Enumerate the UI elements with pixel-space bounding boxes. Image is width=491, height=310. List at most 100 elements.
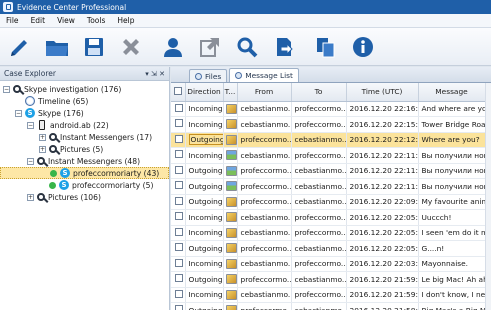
table-row[interactable]: Incoming cebastianmo... profeccormo... 2016… <box>171 287 486 303</box>
expander-icon[interactable]: − <box>3 85 10 93</box>
row-checkbox[interactable] <box>175 165 183 174</box>
row-checkbox[interactable] <box>175 150 183 159</box>
column-header[interactable]: From <box>237 83 292 102</box>
checkbox-cell <box>171 240 186 257</box>
table-row[interactable]: Outgoing profeccormo...cebastianmo...2016… <box>171 240 486 257</box>
to-cell: profeccormo... <box>291 147 347 164</box>
menu-item-edit[interactable]: Edit <box>25 16 52 25</box>
tree-node[interactable]: + Pictures (106) <box>0 191 169 203</box>
copy-icon[interactable] <box>312 33 340 61</box>
expander-icon[interactable]: + <box>39 133 46 141</box>
table-row[interactable]: Outgoing profeccormo...cebastianmo...2016… <box>171 302 486 310</box>
column-header[interactable]: Message <box>418 83 486 102</box>
table-row[interactable]: Outgoing profeccormo...cebastianmo...2016… <box>171 194 486 210</box>
export-icon[interactable] <box>196 33 224 61</box>
direction-text: Incoming <box>188 228 223 238</box>
new-case-icon[interactable] <box>6 33 34 61</box>
expander-icon[interactable]: + <box>27 193 34 201</box>
tree-node[interactable]: − android.ab (22) <box>0 119 169 131</box>
to-cell: profeccormo... <box>291 209 347 226</box>
table-row[interactable]: Outgoing profeccormo...cebastianmo...2016… <box>171 271 486 288</box>
column-header[interactable] <box>171 83 186 102</box>
table-row[interactable]: Incoming cebastianmo... profeccormo... 2016… <box>171 101 486 117</box>
close-icon[interactable] <box>117 33 145 61</box>
tab-message-list[interactable]: Message List <box>229 68 299 82</box>
type-cell <box>223 240 238 257</box>
tree-node[interactable]: Timeline (65) <box>0 95 169 107</box>
pane-controls[interactable]: ▾ ⇲ ✕ <box>145 70 165 78</box>
column-header[interactable]: To <box>291 83 347 102</box>
table-row[interactable]: Outgoing profeccormo...cebastianmo...2016… <box>171 178 486 195</box>
table-row[interactable]: Incoming cebastianmo... profeccormo... 2016… <box>171 116 486 133</box>
tree-node[interactable]: Sprofeccormoriarty (43) <box>0 167 169 179</box>
tree-node[interactable]: − S Skype (176) <box>0 107 169 119</box>
user-icon[interactable] <box>159 33 187 61</box>
menu-item-help[interactable]: Help <box>111 16 140 25</box>
row-checkbox[interactable] <box>175 258 183 267</box>
search-icon <box>13 85 21 93</box>
column-header[interactable]: Time (UTC) <box>346 83 419 102</box>
table-row[interactable]: Outgoing profeccormo...cebastianmo...2016… <box>171 163 486 179</box>
phone-icon <box>39 120 45 130</box>
table-row[interactable]: Incoming cebastianmo... profeccormo... 2016… <box>171 225 486 241</box>
checkbox-cell <box>171 194 186 210</box>
checkbox-cell <box>171 116 186 133</box>
row-checkbox[interactable] <box>175 119 183 128</box>
row-checkbox[interactable] <box>175 227 183 236</box>
type-cell <box>223 194 238 210</box>
row-checkbox[interactable] <box>175 274 183 283</box>
tab-files[interactable]: Files <box>189 69 228 82</box>
tree-node-label: Timeline (65) <box>38 96 89 106</box>
row-checkbox[interactable] <box>175 305 183 310</box>
tree-node[interactable]: + Instant Messengers (17) <box>0 131 169 143</box>
row-checkbox[interactable] <box>175 103 183 112</box>
row-checkbox[interactable] <box>175 134 183 143</box>
tab-label: Message List <box>245 71 293 80</box>
expander-icon[interactable]: + <box>39 145 46 153</box>
table-row[interactable]: Incoming cebastianmo... profeccormo... 2016… <box>171 256 486 272</box>
direction-cell: Incoming <box>185 101 224 117</box>
row-checkbox[interactable] <box>175 212 183 221</box>
direction-text: Incoming <box>188 104 223 114</box>
menu-item-file[interactable]: File <box>0 16 25 25</box>
table-row[interactable]: Incoming cebastianmo... profeccormo... 2016… <box>171 209 486 226</box>
search-icon[interactable] <box>233 33 261 61</box>
case-tree: − Skype investigation (176) Timeline (65) −… <box>0 81 169 203</box>
expander-icon[interactable]: − <box>27 121 34 129</box>
tree-node[interactable]: + Pictures (5) <box>0 143 169 155</box>
table-row[interactable]: Incoming cebastianmo... profeccormo... 2016… <box>171 147 486 164</box>
tab-strip: Files Message List <box>171 67 491 83</box>
type-cell <box>223 101 238 117</box>
from-cell: profeccormo... <box>237 163 292 179</box>
menu-item-tools[interactable]: Tools <box>81 16 111 25</box>
message-cell: Tower Bridge Road <box>418 116 486 133</box>
time-cell: 2016.12.20 21:59:08 <box>346 287 419 303</box>
expander-icon[interactable]: − <box>15 109 22 117</box>
import-icon[interactable] <box>270 33 298 61</box>
row-checkbox[interactable] <box>175 181 183 190</box>
menu-item-view[interactable]: View <box>51 16 81 25</box>
open-folder-icon[interactable] <box>43 33 71 61</box>
to-cell: cebastianmo... <box>291 194 347 210</box>
checkbox-cell <box>171 209 186 226</box>
row-checkbox[interactable] <box>175 196 183 205</box>
table-row[interactable]: Outgoing profeccormo...cebastianmo...2016… <box>171 132 486 148</box>
chat-message-icon <box>225 119 236 130</box>
tree-node[interactable]: − Instant Messengers (48) <box>0 155 169 167</box>
info-icon[interactable] <box>349 33 377 61</box>
direction-text: Outgoing <box>188 181 223 191</box>
message-cell: My favourite animal <box>418 194 486 210</box>
vertical-scrollbar[interactable] <box>485 83 491 310</box>
chat-message-icon <box>225 274 236 285</box>
tree-node[interactable]: − Skype investigation (176) <box>0 83 169 95</box>
row-checkbox[interactable] <box>175 243 183 252</box>
column-header[interactable]: Direction <box>185 83 224 102</box>
tree-node[interactable]: Sprofeccormoriarty (5) <box>0 179 169 191</box>
save-icon[interactable] <box>80 33 108 61</box>
select-all-checkbox[interactable] <box>174 86 183 95</box>
from-cell: cebastianmo... <box>237 147 292 164</box>
image-message-icon <box>225 181 236 192</box>
column-header[interactable]: T... <box>223 83 238 102</box>
row-checkbox[interactable] <box>175 289 183 298</box>
expander-icon[interactable]: − <box>27 157 34 165</box>
